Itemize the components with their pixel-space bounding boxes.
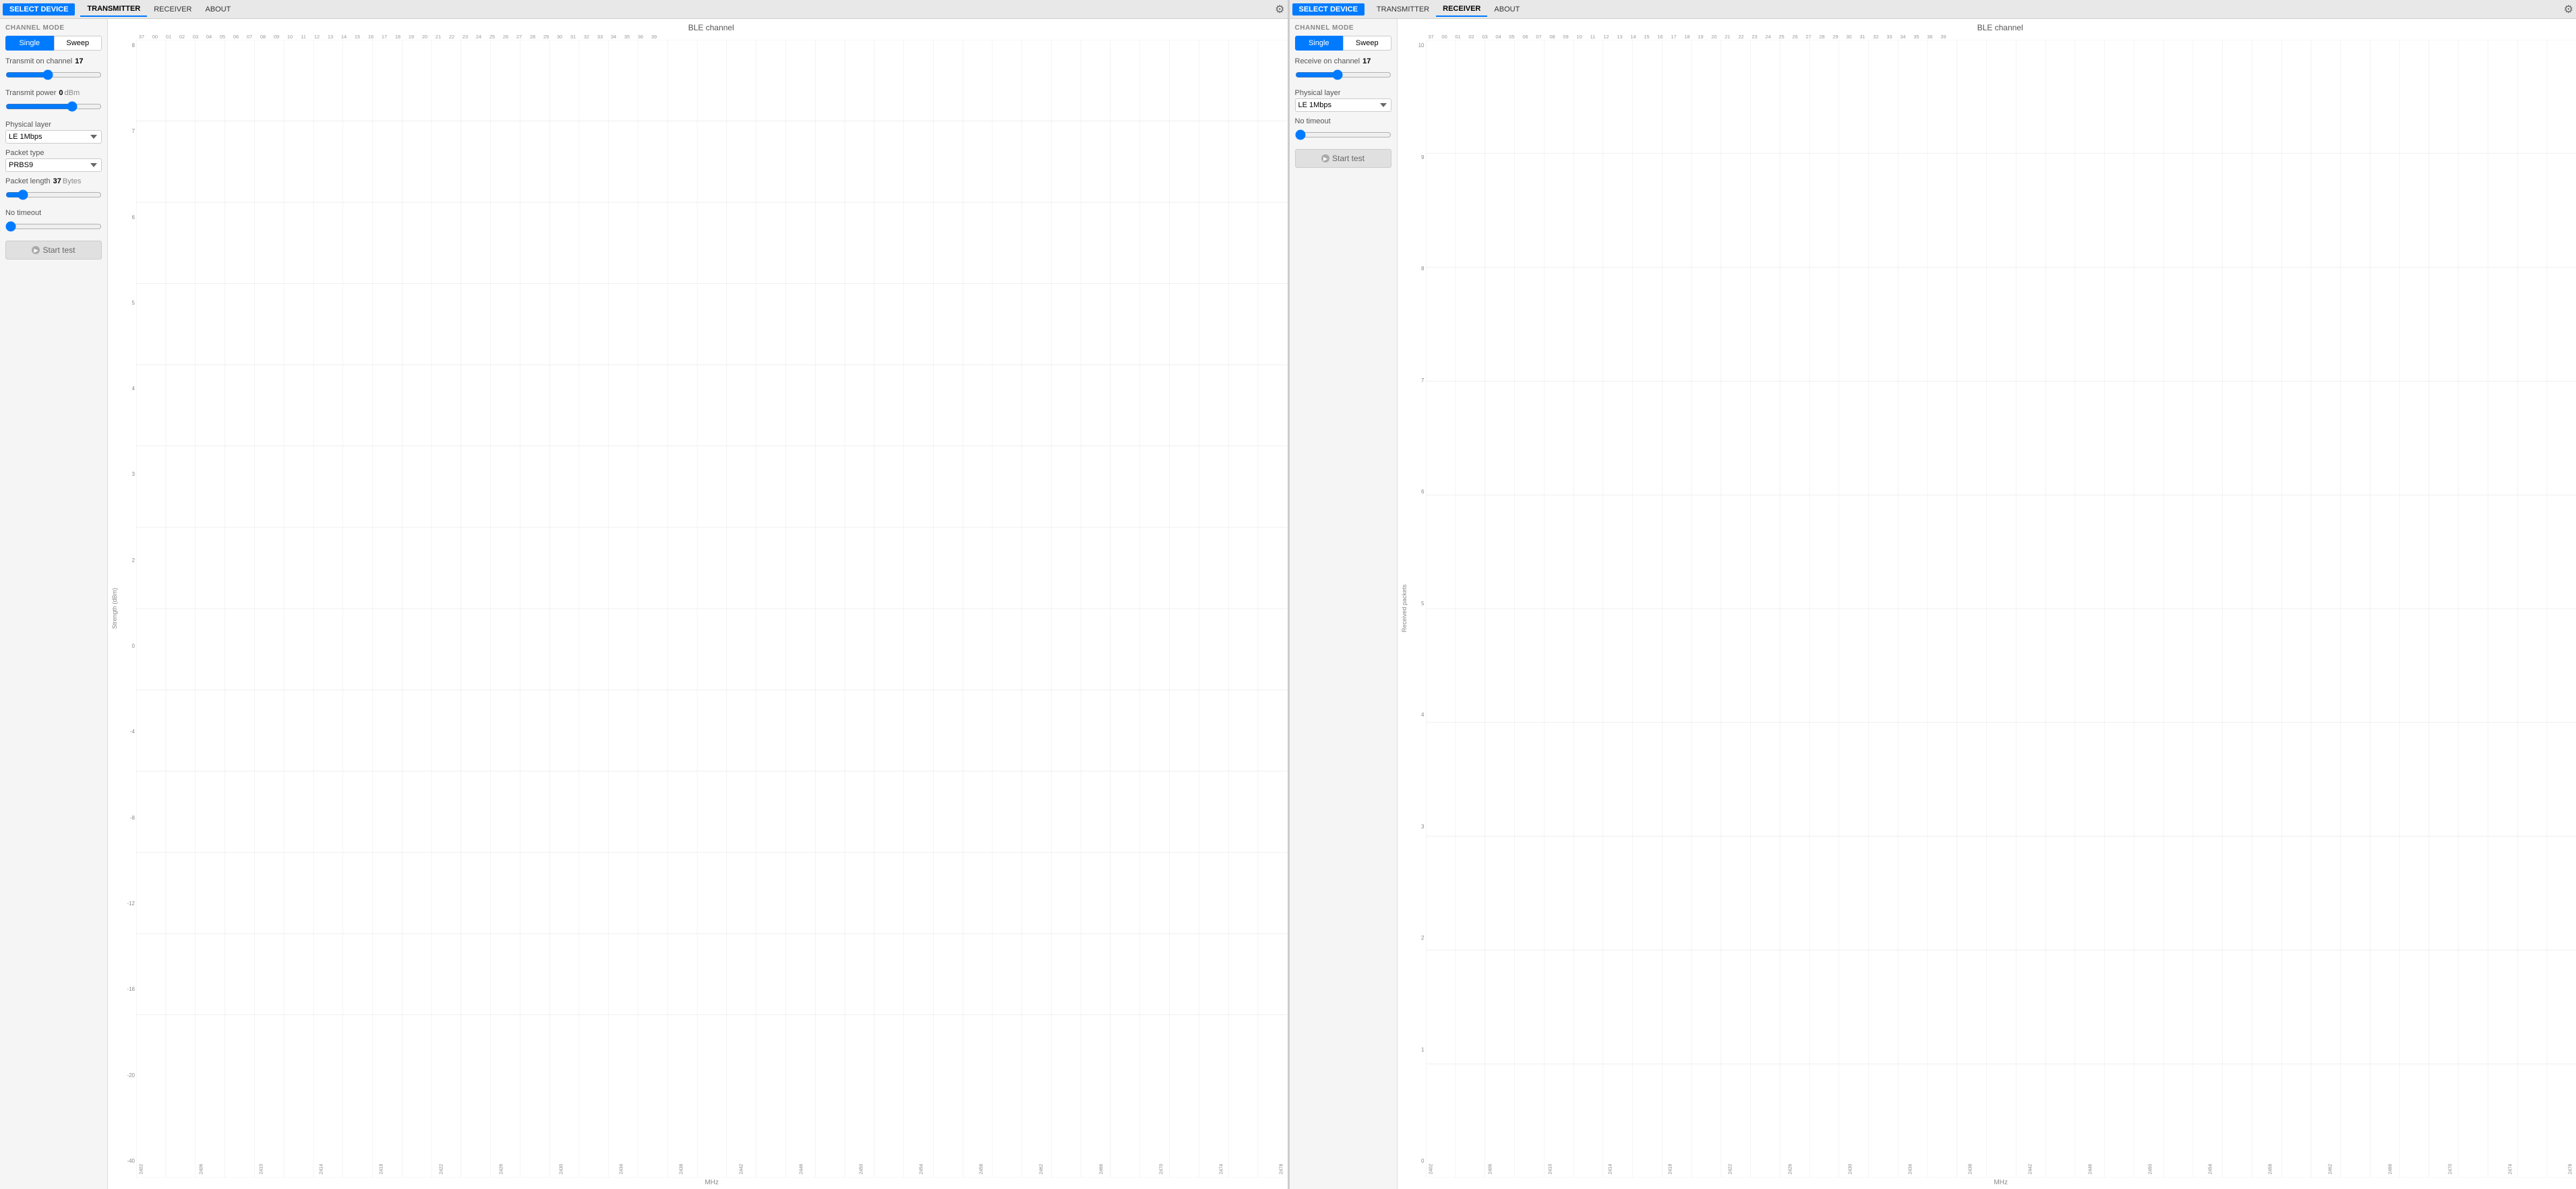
- left-channel-labels: 3700010203040506070809101112131415161718…: [135, 34, 1285, 40]
- left-transmit-power-unit: dBm: [65, 89, 80, 97]
- left-transmit-power-slider-container: [5, 100, 102, 114]
- left-transmit-power-slider[interactable]: [5, 101, 102, 112]
- left-physical-layer-select[interactable]: LE 1Mbps LE 2Mbps LE Coded S=2 LE Coded …: [5, 130, 102, 144]
- right-channel-mode-label: CHANNEL MODE: [1295, 24, 1391, 32]
- left-packet-length-slider[interactable]: [5, 189, 102, 200]
- left-nav-icon: ⚙: [1275, 3, 1284, 16]
- left-tab-about[interactable]: ABOUT: [198, 3, 237, 16]
- left-no-timeout-label: No timeout: [5, 209, 41, 217]
- left-packet-type-label: Packet type: [5, 149, 99, 157]
- left-start-test-button[interactable]: ▶ Start test: [5, 241, 102, 260]
- left-mhz-labels: 2402 2406 2410 2414 2418 2422 2426 2430 …: [136, 1164, 1288, 1178]
- right-x-axis-label: MHz: [1398, 1178, 2576, 1189]
- left-packet-length-unit: Bytes: [63, 177, 82, 185]
- right-single-button[interactable]: Single: [1295, 36, 1344, 51]
- right-select-device-button[interactable]: SELECT DEVICE: [1292, 3, 1365, 16]
- right-chart-title: BLE channel: [1398, 19, 2576, 34]
- right-start-test-button[interactable]: ▶ Start test: [1295, 149, 1391, 168]
- right-receive-channel-label: Receive on channel: [1295, 57, 1360, 65]
- left-select-device-button[interactable]: SELECT DEVICE: [3, 3, 75, 16]
- right-nav-bar: SELECT DEVICE TRANSMITTER RECEIVER ABOUT…: [1290, 0, 2576, 19]
- left-chart-grid: 2402 2406 2410 2414 2418 2422 2426 2430 …: [136, 40, 1288, 1178]
- left-transmit-power-value: 0: [59, 89, 63, 97]
- left-sidebar: CHANNEL MODE Single Sweep Transmit on ch…: [0, 19, 108, 1189]
- left-timeout-slider-container: [5, 220, 102, 234]
- right-mode-toggle: Single Sweep: [1295, 36, 1391, 51]
- right-y-axis-label: Received packets: [1401, 584, 1408, 632]
- left-timeout-slider[interactable]: [5, 221, 102, 232]
- right-tab-about[interactable]: ABOUT: [1487, 3, 1526, 16]
- right-receive-channel-slider-container: [1295, 68, 1391, 82]
- left-transmit-channel-slider[interactable]: [5, 69, 102, 80]
- right-receive-channel-value: 17: [1362, 57, 1371, 65]
- left-y-axis-values: 87654320-4-8-12-16-20-40: [121, 40, 136, 1178]
- left-chart-title: BLE channel: [108, 19, 1288, 34]
- left-transmit-channel-slider-container: [5, 68, 102, 82]
- left-tab-transmitter[interactable]: TRANSMITTER: [80, 2, 147, 17]
- right-channel-labels: 3700010203040506070809101112131415161718…: [1425, 34, 2574, 40]
- right-receive-channel-row: Receive on channel 17: [1295, 57, 1391, 65]
- left-play-icon: ▶: [32, 246, 40, 254]
- left-transmit-power-row: Transmit power 0 dBm: [5, 89, 102, 97]
- left-start-test-label: Start test: [42, 245, 75, 255]
- left-y-axis-label: Strength (dBm): [111, 588, 118, 629]
- left-channel-mode-label: CHANNEL MODE: [5, 24, 102, 32]
- right-mhz-labels: 2402 2406 2410 2414 2418 2422 2426 2430 …: [1426, 1164, 2576, 1178]
- right-physical-layer-label: Physical layer: [1295, 89, 1389, 97]
- right-timeout-slider-container: [1295, 128, 1391, 142]
- left-transmit-channel-value: 17: [75, 57, 83, 65]
- right-sweep-button[interactable]: Sweep: [1343, 36, 1391, 51]
- right-tab-transmitter[interactable]: TRANSMITTER: [1370, 3, 1436, 16]
- left-mode-toggle: Single Sweep: [5, 36, 102, 51]
- right-receive-channel-slider[interactable]: [1295, 69, 1391, 80]
- right-no-timeout-label: No timeout: [1295, 117, 1331, 125]
- left-packet-type-select[interactable]: PRBS9 11110000 10101010 Vendor specific: [5, 158, 102, 172]
- right-sidebar: CHANNEL MODE Single Sweep Receive on cha…: [1290, 19, 1398, 1189]
- left-nav-bar: SELECT DEVICE TRANSMITTER RECEIVER ABOUT…: [0, 0, 1288, 19]
- right-physical-layer-select[interactable]: LE 1Mbps LE 2Mbps LE Coded S=2 LE Coded …: [1295, 98, 1391, 112]
- left-packet-length-slider-container: [5, 188, 102, 202]
- left-transmit-channel-row: Transmit on channel 17: [5, 57, 102, 65]
- right-nav-icon: ⚙: [2564, 3, 2573, 16]
- left-transmit-channel-label: Transmit on channel: [5, 57, 72, 65]
- right-chart-grid: 2402 2406 2410 2414 2418 2422 2426 2430 …: [1426, 40, 2576, 1178]
- right-play-icon: ▶: [1321, 154, 1329, 162]
- left-single-button[interactable]: Single: [5, 36, 54, 51]
- left-transmit-power-label: Transmit power: [5, 89, 56, 97]
- right-start-test-label: Start test: [1332, 154, 1365, 163]
- left-no-timeout-row: No timeout: [5, 209, 102, 217]
- right-no-timeout-row: No timeout: [1295, 117, 1391, 125]
- left-tab-receiver[interactable]: RECEIVER: [147, 3, 198, 16]
- right-tab-receiver[interactable]: RECEIVER: [1436, 2, 1487, 17]
- right-timeout-slider[interactable]: [1295, 129, 1391, 140]
- right-y-axis-values: 109876543210: [1411, 40, 1426, 1178]
- left-x-axis-label: MHz: [108, 1178, 1288, 1189]
- left-sweep-button[interactable]: Sweep: [54, 36, 102, 51]
- left-packet-length-label: Packet length: [5, 177, 51, 185]
- left-physical-layer-label: Physical layer: [5, 121, 99, 129]
- left-packet-length-row: Packet length 37 Bytes: [5, 177, 102, 185]
- left-packet-length-value: 37: [53, 177, 61, 185]
